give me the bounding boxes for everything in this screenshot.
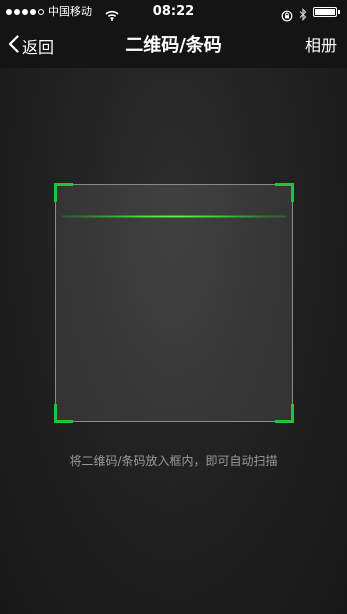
navigation-bar: 返回 二维码/条码 相册 bbox=[0, 24, 347, 68]
album-button[interactable]: 相册 bbox=[305, 24, 337, 68]
scan-corner-top-left bbox=[54, 183, 73, 202]
page-title: 二维码/条码 bbox=[125, 35, 222, 56]
scan-corner-bottom-left bbox=[54, 404, 73, 423]
scanner-screen: 中国移动 08:22 返回 二维码/条码 相册 将二维码/条码放入框内，即可自动… bbox=[0, 0, 347, 614]
clock: 08:22 bbox=[152, 4, 195, 19]
scan-corner-bottom-right bbox=[275, 404, 294, 423]
scan-frame bbox=[54, 183, 294, 423]
scan-hint: 将二维码/条码放入框内，即可自动扫描 bbox=[69, 454, 278, 468]
scan-line bbox=[62, 215, 286, 218]
status-bar: 中国移动 08:22 bbox=[0, 0, 347, 24]
battery-icon bbox=[313, 7, 340, 17]
scan-corner-top-right bbox=[275, 183, 294, 202]
